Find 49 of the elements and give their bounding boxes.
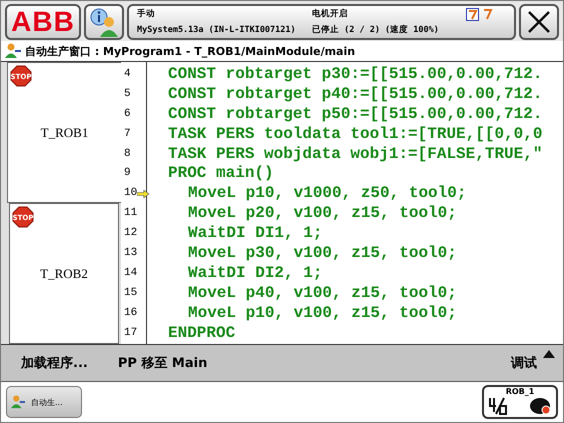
line-number: 12 [123, 226, 138, 242]
motion-mode-icon [530, 396, 552, 416]
menu-item[interactable]: 调试 [511, 354, 537, 372]
code-line: ENDPROC [168, 324, 236, 344]
window-path: 自动生产窗口 : MyProgram1 - T_ROB1/MainModule/main [25, 44, 356, 58]
program-state: 已停止 (2 / 2) (速度 100%) [312, 24, 440, 36]
line-number: 13 [123, 246, 138, 262]
line-number: 17 [123, 326, 138, 341]
program-pointer-icon [137, 190, 149, 198]
code-line: MoveL p20, v100, z15, tool0; [187, 204, 458, 224]
code-line: MoveL p40, v100, z15, tool0; [187, 284, 458, 304]
code-line: MoveL p10, v100, z15, tool0; [187, 304, 458, 324]
code-line: WaitDI DI1, 1; [187, 224, 324, 244]
close-button[interactable] [519, 4, 559, 40]
line-number: 4 [123, 67, 132, 82]
line-number: 9 [123, 166, 132, 182]
code-line: CONST robtarget p50:=[[515.00,0.00,712. [168, 104, 544, 125]
line-number: 5 [123, 86, 132, 102]
system-name: MySystem5.13a (IN-L-ITKI007121) [137, 25, 297, 35]
line-number: 14 [123, 266, 138, 281]
motor-status: 电机开启 [312, 8, 349, 20]
code-line: MoveL p10, v1000, z50, tool0; [187, 184, 468, 204]
line-number: 16 [123, 306, 138, 321]
operator-icon [11, 395, 25, 409]
mode-text: 手动 [137, 8, 156, 20]
line-number: 10 [121, 184, 146, 204]
code-line: CONST robtarget p40:=[[515.00,0.00,712. [168, 84, 544, 105]
info-person-button[interactable] [84, 4, 124, 40]
line-number: 6 [123, 106, 132, 122]
info-person-icon [89, 7, 119, 37]
abb-logo[interactable]: ABB [5, 4, 81, 40]
code-line: TASK PERS tooldata tool1:=[TRUE,[[0,0,0 [168, 124, 544, 145]
line-number: 15 [123, 286, 138, 301]
code-line: CONST robtarget p30:=[[515.00,0.00,712. [168, 65, 544, 85]
code-line: TASK PERS wobjdata wobj1:=[FALSE,TRUE," [168, 144, 544, 164]
close-icon [527, 10, 551, 34]
menu-item[interactable]: PP 移至 Main [118, 354, 208, 372]
caret-icon [543, 350, 555, 358]
menu-item[interactable]: 加载程序... [21, 354, 88, 372]
increment-icon [488, 396, 508, 416]
window-button[interactable]: 自动生... [6, 386, 82, 418]
code-line: WaitDI DI2, 1; [187, 264, 324, 284]
operator-icon [5, 43, 21, 59]
code-line: MoveL p30, v100, z15, tool0; [187, 244, 458, 264]
robot-button[interactable]: ROB_1 [482, 385, 558, 419]
line-number: 7 [123, 126, 132, 142]
line-number: 8 [123, 146, 132, 162]
code-line: PROC main() [168, 164, 275, 184]
line-number: 11 [123, 206, 138, 222]
